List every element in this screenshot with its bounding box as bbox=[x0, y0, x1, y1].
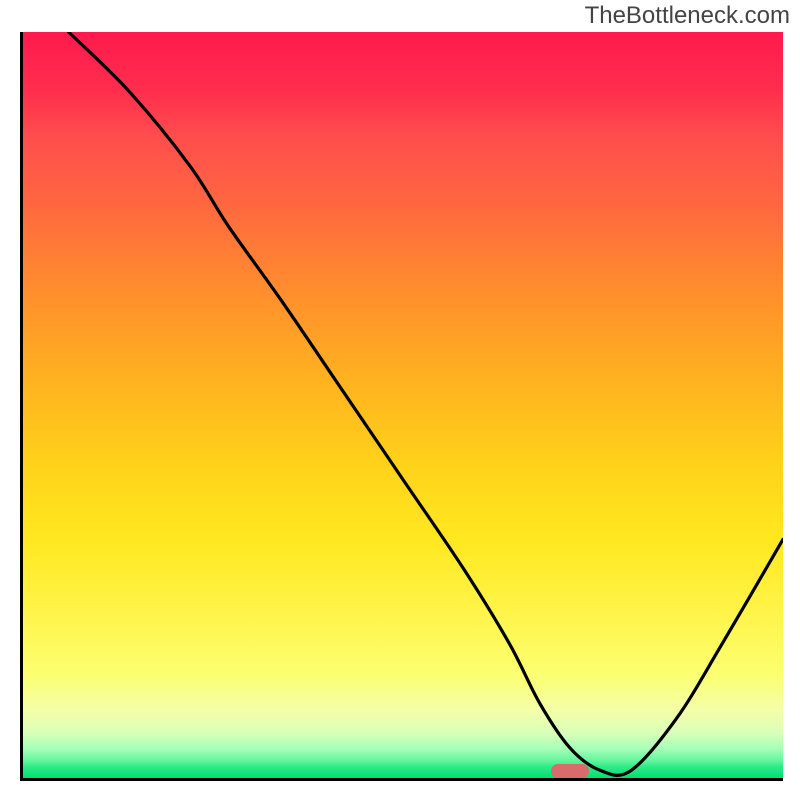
plot-area bbox=[20, 32, 783, 781]
chart-container: TheBottleneck.com bbox=[0, 0, 800, 800]
watermark-text: TheBottleneck.com bbox=[585, 2, 790, 30]
bottleneck-curve bbox=[23, 32, 783, 778]
optimal-marker bbox=[551, 764, 589, 778]
